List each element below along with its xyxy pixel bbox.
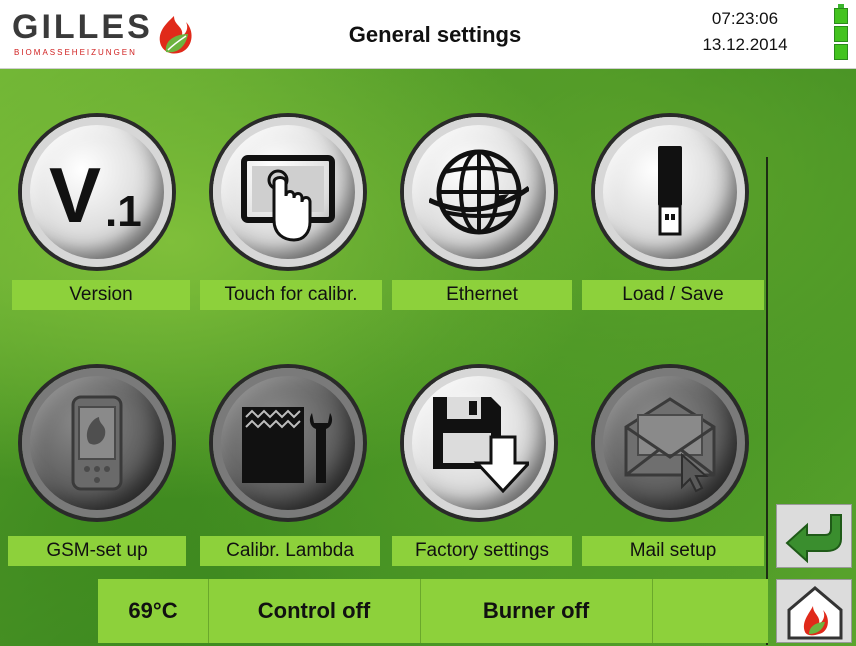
load-save-button[interactable]	[595, 117, 745, 267]
version-label[interactable]: Version	[12, 280, 190, 310]
lambda-wrench-icon	[242, 407, 333, 483]
version-icon: V .1	[49, 151, 142, 239]
floppy-download-icon	[433, 397, 529, 493]
back-button[interactable]	[776, 504, 852, 568]
globe-icon	[429, 149, 529, 235]
phone-icon	[71, 395, 123, 491]
calibr-lambda-button[interactable]	[213, 368, 363, 518]
status-bar: 69°C Control off Burner off	[98, 579, 768, 643]
usb-stick-icon	[658, 146, 682, 236]
touch-calibration-button[interactable]	[213, 117, 363, 267]
flame-leaf-icon	[159, 16, 192, 54]
calibr-lambda-label[interactable]: Calibr. Lambda	[200, 536, 380, 566]
gsm-setup-button[interactable]	[22, 368, 172, 518]
home-button[interactable]	[776, 579, 852, 643]
mail-setup-button[interactable]	[595, 368, 745, 518]
factory-settings-button[interactable]	[404, 368, 554, 518]
gsm-setup-label[interactable]: GSM-set up	[8, 536, 186, 566]
page-title: General settings	[348, 22, 522, 47]
touch-calibrate-icon	[241, 155, 335, 242]
header-bar: GILLES BIOMASSEHEIZUNGEN General setting…	[0, 0, 856, 69]
burner-status: Burner off	[420, 579, 653, 643]
vertical-divider	[766, 157, 768, 645]
gilles-logo: GILLES BIOMASSEHEIZUNGEN	[12, 8, 202, 62]
home-flame-icon	[787, 586, 843, 640]
load-save-label[interactable]: Load / Save	[582, 280, 764, 310]
control-status: Control off	[208, 579, 421, 643]
ethernet-button[interactable]	[404, 117, 554, 267]
factory-settings-label[interactable]: Factory settings	[392, 536, 572, 566]
logo-text: GILLES	[12, 8, 153, 46]
svg-text:.1: .1	[105, 187, 142, 236]
touch-calibration-label[interactable]: Touch for calibr.	[200, 280, 382, 310]
logo-subtext: BIOMASSEHEIZUNGEN	[14, 48, 137, 57]
mail-icon	[624, 397, 716, 493]
back-arrow-icon	[785, 514, 842, 564]
ethernet-label[interactable]: Ethernet	[392, 280, 572, 310]
svg-text:V: V	[49, 151, 101, 239]
version-button[interactable]: V .1	[22, 117, 172, 267]
time-display: 07:23:06	[711, 9, 779, 28]
status-extra	[652, 579, 768, 643]
battery-icon	[834, 4, 848, 62]
temperature-readout: 69°C	[98, 579, 209, 643]
date-display: 13.12.2014	[702, 35, 788, 54]
mail-setup-label[interactable]: Mail setup	[582, 536, 764, 566]
clock: 07:23:06 13.12.2014	[672, 6, 818, 58]
